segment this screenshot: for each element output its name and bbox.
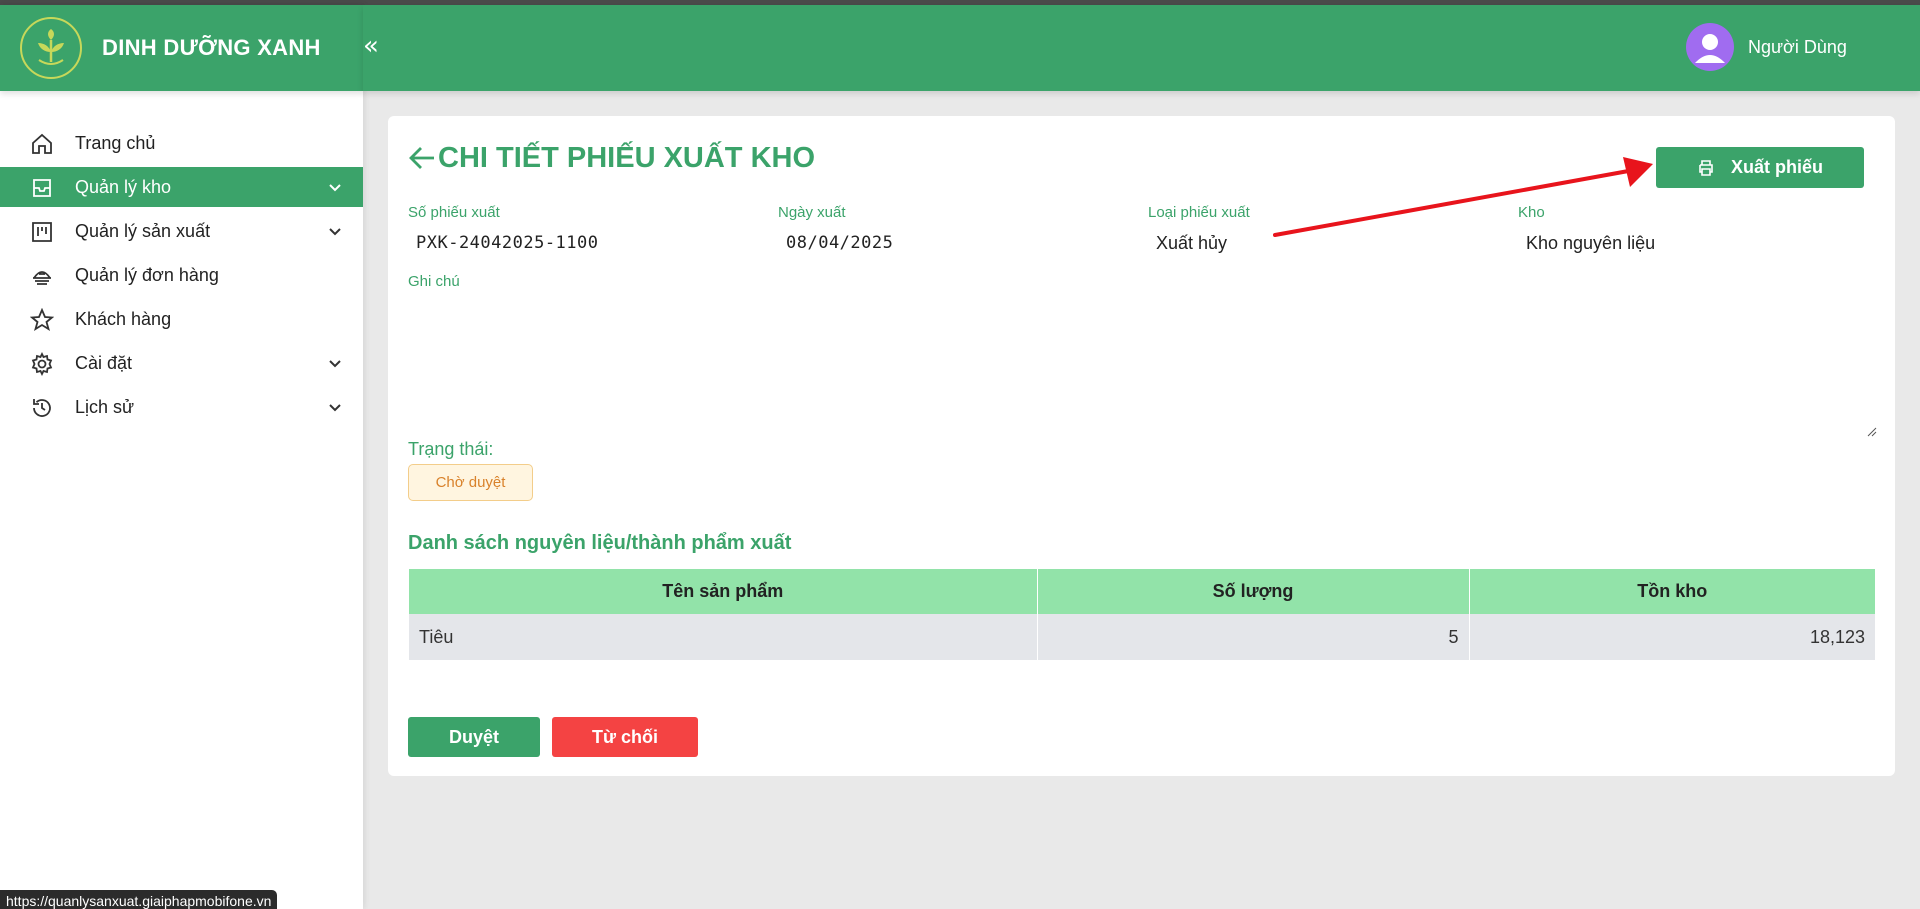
chevron-down-icon[interactable] <box>327 223 343 239</box>
field-label: Loại phiếu xuất <box>1148 204 1250 221</box>
field-label: Số phiếu xuất <box>408 204 500 221</box>
sidebar-menu: Trang chủ Quản lý kho Quản lý sản xuất Q… <box>0 123 363 431</box>
resize-grip-icon[interactable] <box>1865 422 1877 437</box>
leaf-logo-icon <box>20 17 82 79</box>
history-icon <box>29 395 55 421</box>
printer-icon <box>1697 159 1715 177</box>
column-header-product: Tên sản phẩm <box>409 569 1038 614</box>
home-icon <box>29 131 55 157</box>
cell-stock: 18,123 <box>1469 614 1875 660</box>
brand-name: DINH DƯỠNG XANH <box>102 35 321 60</box>
chevron-down-icon[interactable] <box>327 355 343 371</box>
sidebar: DINH DƯỠNG XANH Trang chủ Quản lý kho Qu… <box>0 5 363 909</box>
reject-button[interactable]: Từ chối <box>552 717 698 757</box>
chevron-down-icon[interactable] <box>327 399 343 415</box>
top-header: « Người Dùng <box>363 5 1920 91</box>
sidebar-item-label: Trang chủ <box>75 132 156 153</box>
inbox-icon <box>29 175 55 201</box>
table-header-row: Tên sản phẩm Số lượng Tồn kho <box>409 569 1875 614</box>
avatar[interactable] <box>1686 23 1734 71</box>
collapse-sidebar-icon[interactable]: « <box>363 33 385 59</box>
table-row: Tiêu 5 18,123 <box>409 614 1875 660</box>
cell-product-name: Tiêu <box>409 614 1038 660</box>
factory-icon <box>29 219 55 245</box>
field-ngay-xuat: Ngày xuất 08/04/2025 <box>778 204 893 253</box>
brand-bar[interactable]: DINH DƯỠNG XANH <box>0 5 363 91</box>
field-label: Ngày xuất <box>778 204 846 221</box>
sidebar-item-quan-ly-don-hang[interactable]: Quản lý đơn hàng <box>0 255 363 295</box>
page-title: CHI TIẾT PHIẾU XUẤT KHO <box>438 142 816 174</box>
sidebar-item-quan-ly-kho[interactable]: Quản lý kho <box>0 167 363 207</box>
sidebar-item-khach-hang[interactable]: Khách hàng <box>0 299 363 339</box>
approve-button[interactable]: Duyệt <box>408 717 540 757</box>
main-card: CHI TIẾT PHIẾU XUẤT KHO Xuất phiếu Số ph… <box>388 116 1895 776</box>
field-so-phieu: Số phiếu xuất PXK-24042025-1100 <box>408 204 599 253</box>
column-header-stock: Tồn kho <box>1469 569 1875 614</box>
section-title: Danh sách nguyên liệu/thành phẩm xuất <box>408 532 792 554</box>
slip-number-value: PXK-24042025-1100 <box>416 233 599 253</box>
order-icon <box>29 263 55 289</box>
export-slip-label: Xuất phiếu <box>1730 157 1823 177</box>
sidebar-item-label: Khách hàng <box>75 308 172 329</box>
sidebar-item-label: Cài đặt <box>75 352 133 373</box>
export-slip-button[interactable]: Xuất phiếu <box>1656 147 1864 188</box>
slip-type-value: Xuất hủy <box>1156 233 1228 253</box>
note-textarea[interactable] <box>408 294 1875 434</box>
column-header-quantity: Số lượng <box>1037 569 1470 614</box>
sidebar-item-cai-dat[interactable]: Cài đặt <box>0 343 363 383</box>
back-arrow-icon[interactable] <box>408 144 436 172</box>
status-badge: Chờ duyệt <box>408 464 533 501</box>
sidebar-item-lich-su[interactable]: Lịch sử <box>0 387 363 427</box>
gear-icon <box>29 351 55 377</box>
cell-quantity: 5 <box>1037 614 1470 660</box>
export-date-value: 08/04/2025 <box>786 233 894 253</box>
sidebar-item-trang-chu[interactable]: Trang chủ <box>0 123 363 163</box>
chevron-down-icon[interactable] <box>327 179 343 195</box>
note-label: Ghi chú <box>408 273 460 290</box>
star-icon <box>29 307 55 333</box>
items-table: Tên sản phẩm Số lượng Tồn kho Tiêu 5 18,… <box>409 569 1875 660</box>
user-name[interactable]: Người Dùng <box>1748 37 1847 58</box>
sidebar-item-quan-ly-san-xuat[interactable]: Quản lý sản xuất <box>0 211 363 251</box>
annotation-arrow <box>1273 157 1653 237</box>
status-bar-url: https://quanlysanxuat.giaiphapmobifone.v… <box>0 890 278 909</box>
sidebar-item-label: Quản lý sản xuất <box>75 220 211 241</box>
status-label: Trạng thái: <box>408 439 494 459</box>
sidebar-item-label: Lịch sử <box>75 396 135 417</box>
sidebar-item-label: Quản lý kho <box>75 176 172 197</box>
sidebar-item-label: Quản lý đơn hàng <box>75 264 219 285</box>
field-loai-phieu: Loại phiếu xuất Xuất hủy <box>1148 204 1250 254</box>
